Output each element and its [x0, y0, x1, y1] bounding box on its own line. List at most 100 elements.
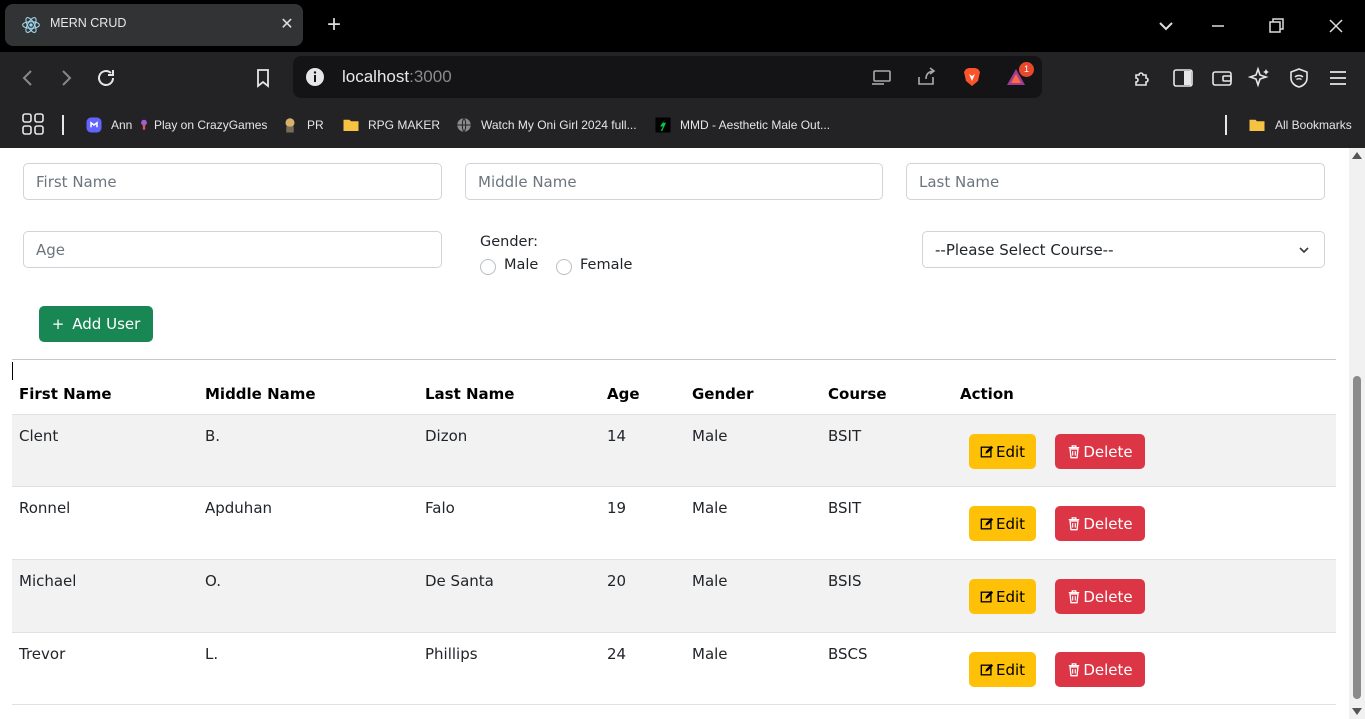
url-text: localhost:3000: [342, 67, 452, 86]
page-scrollbar[interactable]: [1349, 148, 1365, 719]
close-tab-icon[interactable]: ✕: [277, 15, 297, 35]
back-icon[interactable]: [16, 66, 40, 90]
globe-icon: [457, 117, 471, 133]
delete-button[interactable]: Delete: [1055, 506, 1145, 541]
cell-last-name: Falo: [425, 499, 455, 517]
cell-first-name: Clent: [19, 427, 59, 445]
cell-last-name: Phillips: [425, 645, 478, 663]
bookmark-pr[interactable]: PR: [281, 114, 324, 136]
gender-label: Gender:: [480, 234, 539, 250]
share-icon[interactable]: [914, 65, 938, 89]
tab-search-chevron-icon[interactable]: [1154, 14, 1178, 38]
table-row: Michael O. De Santa 20 Male BSIS Edit De…: [12, 560, 1336, 633]
cell-age: 19: [607, 499, 627, 517]
table-row: Ronnel Apduhan Falo 19 Male BSIT Edit De…: [12, 487, 1336, 560]
scroll-down-arrow-icon[interactable]: [1352, 708, 1362, 715]
bookmark-rpg-maker[interactable]: RPG MAKER: [342, 114, 440, 136]
bookmark-ann[interactable]: Ann: [85, 114, 132, 136]
scroll-up-arrow-icon[interactable]: [1352, 152, 1362, 159]
minimize-icon[interactable]: [1206, 14, 1230, 38]
reload-icon[interactable]: [94, 66, 118, 90]
plus-icon: +: [51, 315, 65, 333]
folder-icon: [1249, 119, 1265, 131]
gender-female-label[interactable]: Female: [580, 257, 632, 273]
delete-button[interactable]: Delete: [1055, 652, 1145, 687]
gender-male-label[interactable]: Male: [504, 257, 538, 273]
cell-gender: Male: [692, 427, 728, 445]
pr-avatar-icon: [285, 118, 295, 133]
new-tab-icon[interactable]: +: [322, 13, 346, 37]
address-bar[interactable]: localhost:3000 1: [293, 56, 1042, 98]
vpn-icon[interactable]: [1287, 66, 1311, 90]
col-header-first-name: First Name: [19, 385, 112, 403]
cell-first-name: Michael: [19, 572, 77, 590]
bookmark-crazygames[interactable]: Play on CrazyGames: [137, 114, 267, 136]
first-name-input[interactable]: [23, 163, 442, 200]
cell-middle-name: L.: [205, 645, 219, 663]
col-header-course: Course: [828, 385, 887, 403]
apps-grid-icon[interactable]: [21, 112, 45, 136]
cell-age: 20: [607, 572, 627, 590]
cell-course: BSCS: [828, 645, 868, 663]
delete-button[interactable]: Delete: [1055, 579, 1145, 614]
edit-button[interactable]: Edit: [969, 652, 1036, 687]
gender-male-radio[interactable]: [480, 259, 496, 275]
bookmarks-bar: Ann Play on CrazyGames PR RPG MAKER Watc…: [0, 104, 1365, 148]
col-header-gender: Gender: [692, 385, 754, 403]
trash-icon: [1069, 589, 1080, 603]
crazygames-icon: [141, 119, 147, 130]
last-name-input[interactable]: [906, 163, 1325, 200]
cell-last-name: Dizon: [425, 427, 468, 445]
leo-ai-icon[interactable]: [1248, 66, 1272, 90]
course-select[interactable]: --Please Select Course--: [922, 231, 1325, 268]
chevron-down-icon: [1299, 247, 1309, 254]
add-user-button[interactable]: + Add User: [39, 306, 153, 342]
all-bookmarks[interactable]: All Bookmarks: [1247, 114, 1352, 136]
col-header-action: Action: [960, 385, 1014, 403]
bookmark-oni-girl[interactable]: Watch My Oni Girl 2024 full...: [455, 114, 637, 136]
deviantart-icon: [655, 117, 671, 133]
cell-course: BSIS: [828, 572, 862, 590]
bookmarks-divider-right: [1225, 115, 1227, 135]
col-header-age: Age: [607, 385, 640, 403]
bookmark-icon[interactable]: [251, 66, 275, 90]
edit-button[interactable]: Edit: [969, 506, 1036, 541]
bookmarks-divider: [62, 115, 64, 135]
close-window-icon[interactable]: [1324, 14, 1348, 38]
add-user-label: Add User: [72, 315, 141, 333]
wallet-icon[interactable]: [1210, 66, 1234, 90]
extensions-icon[interactable]: [1131, 66, 1155, 90]
restore-icon[interactable]: [1264, 14, 1288, 38]
cell-gender: Male: [692, 645, 728, 663]
trash-icon: [1069, 444, 1080, 458]
gender-female-radio[interactable]: [556, 259, 572, 275]
age-input[interactable]: [23, 231, 442, 268]
folder-icon: [343, 119, 359, 131]
edit-icon: [980, 663, 994, 675]
menu-icon[interactable]: [1326, 66, 1350, 90]
text-caret: [12, 362, 13, 380]
middle-name-input[interactable]: [465, 163, 883, 200]
scroll-thumb[interactable]: [1353, 376, 1361, 699]
cell-middle-name: B.: [205, 427, 221, 445]
cast-icon[interactable]: [870, 65, 894, 89]
edit-button[interactable]: Edit: [969, 579, 1036, 614]
bookmark-mmd[interactable]: MMD - Aesthetic Male Out...: [654, 114, 830, 136]
trash-icon: [1069, 662, 1080, 676]
brave-shields-icon[interactable]: [960, 65, 984, 89]
cell-course: BSIT: [828, 427, 862, 445]
divider: [12, 359, 1336, 360]
cell-middle-name: Apduhan: [205, 499, 273, 517]
sidebar-icon[interactable]: [1171, 66, 1195, 90]
site-info-icon[interactable]: [303, 65, 327, 89]
delete-button[interactable]: Delete: [1055, 434, 1145, 469]
table-row: Clent B. Dizon 14 Male BSIT Edit Delete: [12, 415, 1336, 487]
page-content: Gender: Male Female --Please Select Cour…: [0, 148, 1349, 719]
edit-button[interactable]: Edit: [969, 434, 1036, 469]
forward-icon[interactable]: [54, 66, 78, 90]
browser-tab-active[interactable]: MERN CRUD ✕: [5, 4, 303, 46]
cell-age: 14: [607, 427, 627, 445]
cell-middle-name: O.: [205, 572, 221, 590]
cell-age: 24: [607, 645, 627, 663]
trash-icon: [1069, 516, 1080, 530]
